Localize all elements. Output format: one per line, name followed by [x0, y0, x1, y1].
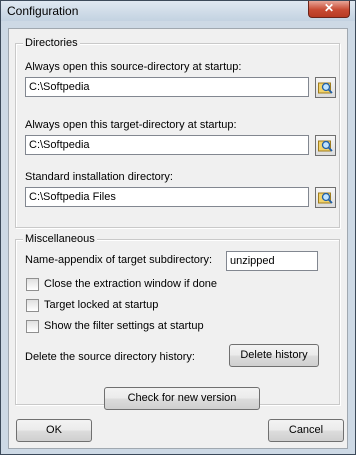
title-bar[interactable]: Configuration ✕ — [1, 1, 355, 21]
configuration-window: Configuration ✕ Directories Always open … — [0, 0, 356, 455]
folder-search-icon — [318, 140, 333, 152]
install-dir-label: Standard installation directory: — [25, 171, 173, 183]
folder-search-icon — [318, 82, 333, 94]
delete-history-label: Delete the source directory history: — [25, 351, 195, 363]
install-dir-browse-button[interactable] — [315, 187, 336, 208]
close-extraction-label[interactable]: Close the extraction window if done — [44, 278, 217, 290]
close-button[interactable]: ✕ — [308, 1, 350, 18]
target-dir-field[interactable]: C:\Softpedia — [25, 135, 309, 155]
name-appendix-label: Name-appendix of target subdirectory: — [25, 254, 213, 266]
close-icon: ✕ — [323, 1, 335, 15]
source-dir-browse-button[interactable] — [315, 77, 336, 98]
miscellaneous-legend: Miscellaneous — [23, 233, 97, 245]
directories-legend: Directories — [23, 37, 80, 49]
target-locked-label[interactable]: Target locked at startup — [44, 299, 158, 311]
show-filter-label[interactable]: Show the filter settings at startup — [44, 320, 204, 332]
miscellaneous-group: Miscellaneous Name-appendix of target su… — [15, 233, 340, 405]
show-filter-checkbox[interactable] — [26, 320, 39, 333]
install-dir-field[interactable]: C:\Softpedia Files — [25, 187, 309, 207]
check-new-version-button[interactable]: Check for new version — [104, 387, 260, 410]
target-dir-label: Always open this target-directory at sta… — [25, 119, 237, 131]
delete-history-button[interactable]: Delete history — [229, 344, 319, 367]
source-dir-label: Always open this source-directory at sta… — [25, 61, 242, 73]
cancel-button[interactable]: Cancel — [268, 419, 344, 442]
name-appendix-field[interactable]: unzipped — [226, 251, 318, 271]
directories-group: Directories Always open this source-dire… — [15, 37, 340, 228]
window-title: Configuration — [7, 4, 79, 18]
ok-button[interactable]: OK — [16, 419, 92, 442]
folder-search-icon — [318, 192, 333, 204]
source-dir-field[interactable]: C:\Softpedia — [25, 77, 309, 97]
close-extraction-checkbox[interactable] — [26, 278, 39, 291]
target-dir-browse-button[interactable] — [315, 135, 336, 156]
dialog-client-area: Directories Always open this source-dire… — [8, 28, 348, 449]
target-locked-checkbox[interactable] — [26, 299, 39, 312]
